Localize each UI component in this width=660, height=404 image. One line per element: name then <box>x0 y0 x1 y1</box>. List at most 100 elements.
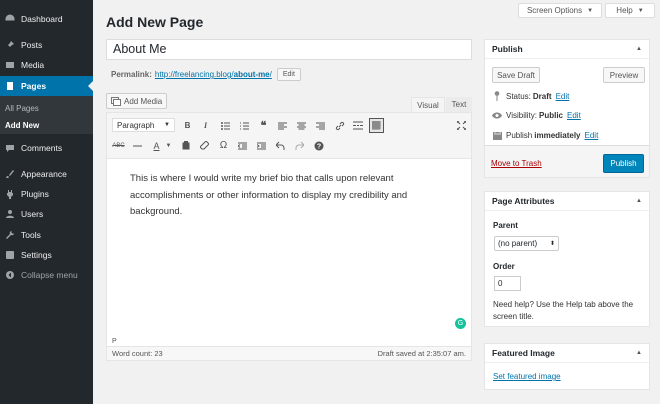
redo-icon[interactable] <box>293 139 306 152</box>
permalink-row: Permalink: http://freelancing.blog/about… <box>111 68 301 81</box>
chevron-down-icon: ▼ <box>164 122 170 128</box>
triangle-up-icon[interactable]: ▲ <box>636 198 642 204</box>
sidebar-item-label: Plugins <box>21 189 49 199</box>
sidebar-item-appearance[interactable]: Appearance <box>0 164 93 184</box>
save-draft-button[interactable]: Save Draft <box>492 67 540 83</box>
publish-box-header[interactable]: Publish ▲ <box>485 40 649 59</box>
triangle-up-icon[interactable]: ▲ <box>636 350 642 356</box>
order-input[interactable]: 0 <box>494 276 521 291</box>
add-media-button[interactable]: Add Media <box>106 93 167 109</box>
more-tag-icon[interactable] <box>351 119 364 132</box>
fullscreen-icon[interactable] <box>455 119 468 132</box>
plugin-icon <box>5 189 15 199</box>
strikethrough-icon[interactable]: ABC <box>112 139 125 152</box>
sidebar-item-plugins[interactable]: Plugins <box>0 184 93 204</box>
editor-toolbar: Paragraph ▼ B I ❝ ABC A ▼ Ω ? <box>107 113 471 159</box>
text-color-chevron-icon[interactable]: ▼ <box>162 139 175 152</box>
link-icon[interactable] <box>333 119 346 132</box>
sidebar-item-media[interactable]: Media <box>0 55 93 75</box>
submenu-add-new[interactable]: Add New <box>5 121 39 130</box>
editor-content[interactable]: This is where I would write my brief bio… <box>130 171 450 221</box>
publish-date-row: Publish immediately Edit <box>492 131 598 140</box>
set-featured-image-link[interactable]: Set featured image <box>493 372 561 381</box>
toolbar-toggle-icon[interactable] <box>369 118 384 133</box>
permalink-slug: about-me <box>233 70 270 79</box>
media-icon <box>111 96 121 106</box>
pin-icon <box>492 91 502 101</box>
dashboard-icon <box>5 14 15 24</box>
special-character-icon[interactable]: Ω <box>217 139 230 152</box>
sidebar-item-label: Posts <box>21 40 43 50</box>
sidebar-item-users[interactable]: Users <box>0 204 93 224</box>
indent-icon[interactable] <box>255 139 268 152</box>
settings-icon <box>5 250 15 260</box>
sidebar-item-label: Appearance <box>21 169 67 179</box>
align-left-icon[interactable] <box>276 119 289 132</box>
sidebar-item-label: Settings <box>21 250 52 260</box>
post-title-input[interactable]: About Me <box>106 39 472 60</box>
chevron-updown-icon: ⬍ <box>549 241 555 247</box>
status-row: Status: Draft Edit <box>492 91 569 101</box>
order-label: Order <box>493 262 515 271</box>
bold-icon[interactable]: B <box>181 119 194 132</box>
sidebar-item-posts[interactable]: Posts <box>0 35 93 55</box>
format-select[interactable]: Paragraph ▼ <box>112 118 175 132</box>
parent-select[interactable]: (no parent) ⬍ <box>494 236 559 251</box>
bullet-list-icon[interactable] <box>219 119 232 132</box>
sidebar-item-settings[interactable]: Settings <box>0 245 93 265</box>
pages-submenu: All Pages Add New <box>0 96 93 134</box>
screen-options-button[interactable]: Screen Options ▼ <box>518 3 602 18</box>
visibility-row: Visibility: Public Edit <box>492 111 581 120</box>
permalink-base: http://freelancing.blog/ <box>154 70 234 79</box>
submenu-all-pages[interactable]: All Pages <box>5 104 39 113</box>
sidebar-item-comments[interactable]: Comments <box>0 138 93 158</box>
italic-icon[interactable]: I <box>199 119 212 132</box>
align-center-icon[interactable] <box>295 119 308 132</box>
parent-label: Parent <box>493 221 518 230</box>
clear-formatting-icon[interactable] <box>198 139 211 152</box>
collapse-label: Collapse menu <box>21 270 78 280</box>
edit-publish-date-link[interactable]: Edit <box>585 131 599 140</box>
edit-visibility-link[interactable]: Edit <box>567 111 581 120</box>
grammarly-icon[interactable]: G <box>455 318 466 329</box>
sidebar-item-label: Media <box>21 60 45 70</box>
blockquote-icon[interactable]: ❝ <box>257 119 270 132</box>
edit-status-link[interactable]: Edit <box>556 92 570 101</box>
collapse-menu-button[interactable]: Collapse menu <box>0 265 93 285</box>
format-select-value: Paragraph <box>117 120 155 130</box>
help-circle-icon[interactable]: ? <box>312 139 325 152</box>
move-to-trash-link[interactable]: Move to Trash <box>491 159 542 168</box>
outdent-icon[interactable] <box>236 139 249 152</box>
sidebar-item-pages[interactable]: Pages <box>0 76 93 96</box>
help-button[interactable]: Help ▼ <box>605 3 655 18</box>
permalink-label: Permalink: <box>111 70 152 79</box>
status-label: Status: <box>506 91 531 101</box>
triangle-down-icon: ▼ <box>637 7 644 14</box>
attributes-help-text: Need help? Use the Help tab above the sc… <box>493 300 634 321</box>
paste-text-icon[interactable] <box>179 139 192 152</box>
admin-sidebar: Dashboard Posts Media Pages All Pages Ad… <box>0 0 93 404</box>
publish-button[interactable]: Publish <box>603 154 644 173</box>
parent-select-value: (no parent) <box>498 239 538 248</box>
publish-date-value: immediately <box>534 131 581 140</box>
tab-visual[interactable]: Visual <box>411 97 445 112</box>
preview-button[interactable]: Preview <box>603 67 645 83</box>
tab-text[interactable]: Text <box>446 97 472 112</box>
featured-image-header[interactable]: Featured Image ▲ <box>485 344 649 363</box>
featured-image-title: Featured Image <box>492 348 555 358</box>
horizontal-line-icon[interactable] <box>131 139 144 152</box>
sidebar-item-tools[interactable]: Tools <box>0 225 93 245</box>
sidebar-item-dashboard[interactable]: Dashboard <box>0 9 93 29</box>
help-label: Help <box>616 6 633 15</box>
permalink-link[interactable]: http://freelancing.blog/about-me/ <box>155 70 272 79</box>
numbered-list-icon[interactable] <box>238 119 251 132</box>
element-path: P <box>112 338 117 345</box>
calendar-icon <box>492 131 502 140</box>
undo-icon[interactable] <box>274 139 287 152</box>
media-icon <box>5 60 15 70</box>
edit-permalink-button[interactable]: Edit <box>276 68 301 81</box>
page-attributes-header[interactable]: Page Attributes ▲ <box>485 192 649 211</box>
eye-icon <box>492 112 502 119</box>
triangle-up-icon[interactable]: ▲ <box>636 46 642 52</box>
align-right-icon[interactable] <box>314 119 327 132</box>
